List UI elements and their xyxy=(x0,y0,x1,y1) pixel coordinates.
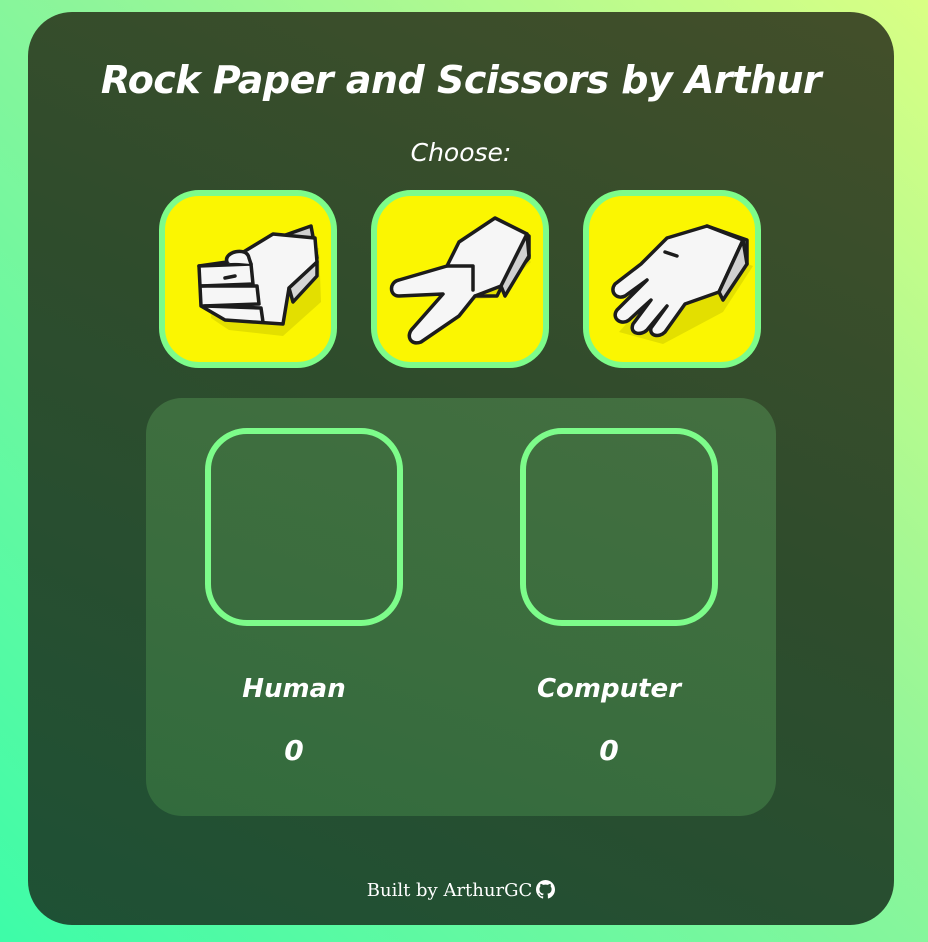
computer-choice-slot xyxy=(520,428,718,626)
paper-hand-icon xyxy=(611,224,753,344)
computer-score: 0 xyxy=(599,734,619,767)
scoreboard-panel: Human Computer 0 0 xyxy=(146,398,776,816)
scissors-button[interactable] xyxy=(371,190,549,368)
paper-button[interactable] xyxy=(583,190,761,368)
scissors-hand-icon xyxy=(389,216,531,345)
footer-link[interactable]: Built by ArthurGC xyxy=(366,880,556,901)
page-title: Rock Paper and Scissors by Arthur xyxy=(100,58,822,102)
github-icon xyxy=(536,880,556,899)
human-score: 0 xyxy=(284,734,304,767)
rock-hand-icon xyxy=(197,224,321,336)
human-choice-slot xyxy=(205,428,403,626)
choose-prompt: Choose: xyxy=(410,138,512,167)
computer-label: Computer xyxy=(536,674,682,704)
footer: Built by ArthurGC xyxy=(28,880,894,901)
human-label: Human xyxy=(242,674,346,704)
game-card: Rock Paper and Scissors by Arthur Choose… xyxy=(28,12,894,925)
footer-text: Built by ArthurGC xyxy=(366,880,533,901)
rock-button[interactable] xyxy=(159,190,337,368)
